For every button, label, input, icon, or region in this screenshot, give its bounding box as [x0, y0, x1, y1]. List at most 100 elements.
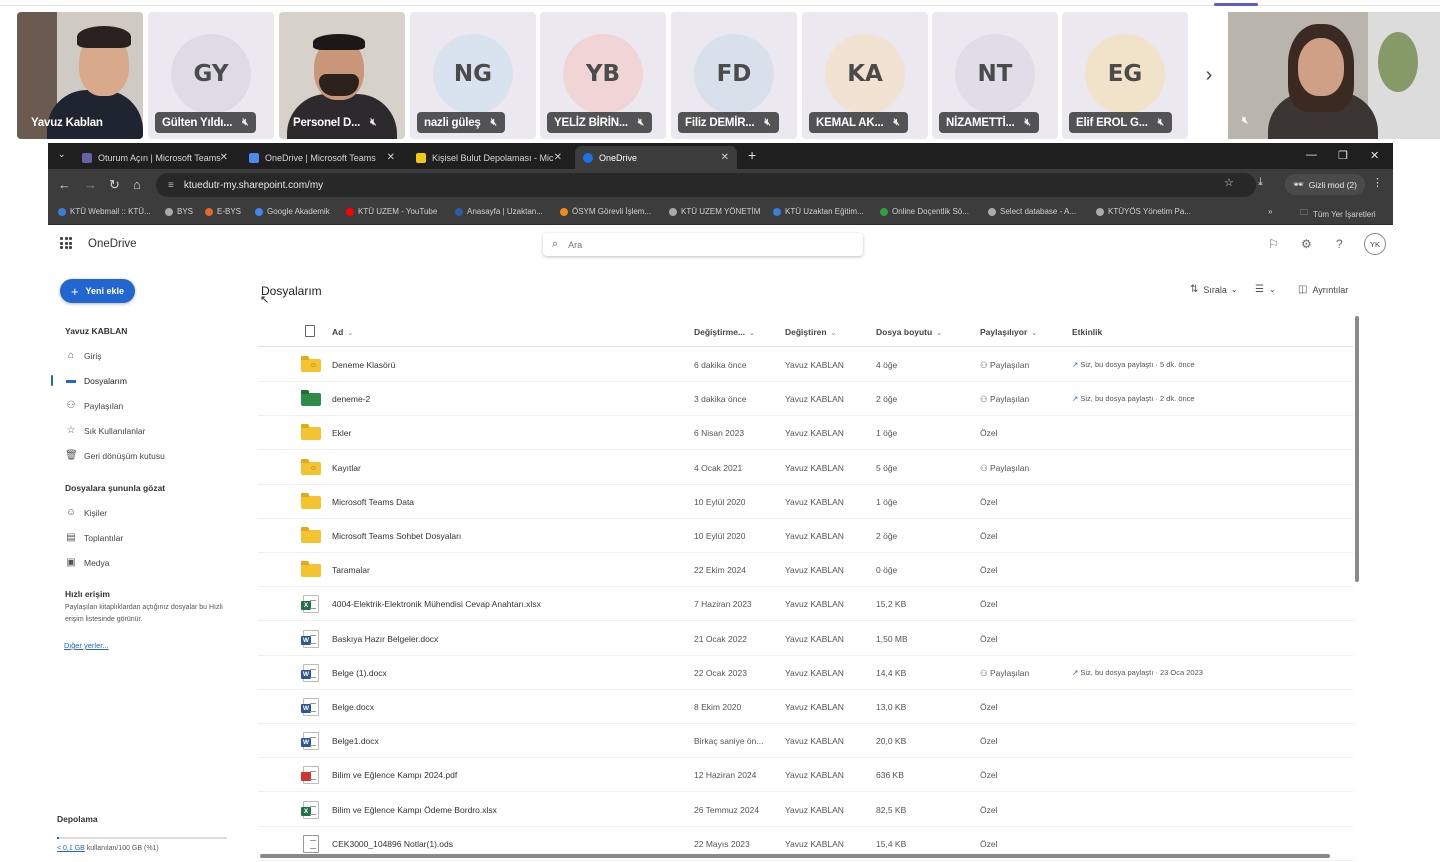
file-row[interactable]: Taramalar 22 Ekim 2024 Yavuz KABLAN 0 öğe Öz…	[258, 553, 1353, 588]
file-row[interactable]: Bilim ve Eğlence Kampı 2024.pdf 12 Hazira…	[258, 758, 1353, 793]
participant-tile[interactable]: NT NİZAMETTİ... 🔇︎	[932, 12, 1058, 139]
file-name[interactable]: Bilim ve Eğlence Kampı Ödeme Bordro.xlsx	[332, 805, 497, 815]
help-icon[interactable]: ?	[1336, 237, 1343, 251]
bookmark-item[interactable]: ÖSYM Görevli İşlem...	[560, 207, 651, 216]
window-close-button[interactable]: ✕	[1370, 149, 1379, 162]
column-modified-by[interactable]: Değiştiren ⌄	[785, 327, 836, 337]
participant-tile[interactable]: YB YELİZ BİRİN... 🔇︎	[540, 12, 666, 139]
self-video-tile[interactable]: 🔇︎	[1228, 12, 1440, 139]
nav-item-my-files[interactable]: ▬ Dosyalarım	[65, 375, 127, 386]
nav-item-home[interactable]: ⌂ Giriş	[65, 350, 102, 361]
close-icon[interactable]: ✕	[721, 152, 729, 163]
close-icon[interactable]: ✕	[220, 152, 228, 163]
file-name[interactable]: Baskıya Hazır Belgeler.docx	[332, 634, 438, 644]
file-name[interactable]: Kayıtlar	[332, 463, 361, 473]
file-name[interactable]: deneme-2	[332, 394, 370, 404]
file-row[interactable]: ☺ Kayıtlar 4 Ocak 2021 Yavuz KABLAN 5 öğe ⚇ P…	[258, 451, 1353, 485]
bookmark-item[interactable]: KTÜ Uzaktan Eğitim...	[773, 207, 864, 216]
participant-tile[interactable]: EG Elif EROL G... 🔇︎	[1062, 12, 1188, 139]
participant-tile[interactable]: NG nazli güleş 🔇︎	[410, 12, 536, 139]
account-avatar[interactable]: YK	[1364, 233, 1386, 255]
nav-item-recycle-bin[interactable]: 🗑︎ Geri dönüşüm kutusu	[65, 450, 165, 461]
forward-icon[interactable]: →	[84, 177, 97, 192]
gear-icon[interactable]: ⚙	[1301, 237, 1312, 251]
bookmark-item[interactable]: KTÜ Webmail :: KTÜ...	[58, 207, 151, 216]
file-name[interactable]: CEK3000_104896 Notlar(1).ods	[332, 839, 453, 849]
restore-button[interactable]: ❐	[1338, 149, 1348, 162]
file-row[interactable]: W Belge.docx 8 Ekim 2020 Yavuz KABLAN 13,0 K…	[258, 690, 1353, 724]
participant-tile[interactable]: KA KEMAL AK... 🔇︎	[802, 12, 928, 139]
file-name[interactable]: Microsoft Teams Data	[332, 497, 414, 507]
vertical-scrollbar[interactable]	[1355, 316, 1359, 582]
tab-search-icon[interactable]: ⌄	[58, 149, 66, 160]
browser-tab-active[interactable]: OneDrive ✕	[575, 146, 737, 169]
participant-tile[interactable]: GY Gülten Yıldı... 🔇︎	[148, 12, 274, 139]
file-row[interactable]: Microsoft Teams Sohbet Dosyaları 10 Eylül…	[258, 519, 1353, 553]
column-size[interactable]: Dosya boyutu ⌄	[876, 327, 942, 337]
file-name[interactable]: Deneme Klasörü	[332, 360, 395, 370]
sort-button[interactable]: ⇅ Sırala ⌄	[1190, 284, 1238, 295]
bookmark-item[interactable]: E-BYS	[205, 207, 241, 216]
browse-item-people[interactable]: ☺ Kişiler	[65, 507, 107, 518]
file-row[interactable]: W Belge1.docx Birkaç saniye ön... Yavuz KAB…	[258, 724, 1353, 759]
file-name[interactable]: Microsoft Teams Sohbet Dosyaları	[332, 531, 461, 541]
more-places-link[interactable]: Diğer yerler...	[64, 641, 109, 650]
close-icon[interactable]: ✕	[554, 152, 562, 163]
browser-tab[interactable]: Oturum Açın | Microsoft Teams ✕	[74, 146, 236, 169]
download-icon[interactable]: ⤓	[1258, 176, 1263, 189]
nav-item-shared[interactable]: ⚇ Paylaşılan	[65, 400, 124, 411]
file-row[interactable]: Ekler 6 Nisan 2023 Yavuz KABLAN 1 öğe Özel	[258, 416, 1353, 451]
bookmark-star-icon[interactable]: ☆	[1224, 176, 1234, 189]
column-sharing[interactable]: Paylaşılıyor ⌄	[980, 327, 1037, 337]
site-info-icon[interactable]: ≡	[168, 180, 174, 191]
back-icon[interactable]: ←	[58, 177, 71, 192]
file-row[interactable]: W Baskıya Hazır Belgeler.docx 21 Ocak 2022…	[258, 622, 1353, 656]
minimize-button[interactable]: —	[1306, 149, 1317, 161]
file-name[interactable]: Belge.docx	[332, 702, 374, 712]
column-name[interactable]: Ad ⌄	[332, 327, 353, 337]
all-bookmarks-button[interactable]: 🗀︎ Tüm Yer İşaretleri	[1300, 207, 1376, 221]
bookmark-item[interactable]: Google Akademik	[255, 207, 330, 216]
column-modified[interactable]: Değiştirme... ⌄	[694, 327, 755, 337]
search-box[interactable]: ⌕ Ara	[543, 233, 863, 256]
home-icon[interactable]: ⌂	[133, 177, 141, 192]
file-name[interactable]: Belge (1).docx	[332, 668, 387, 678]
bookmark-item[interactable]: Select database - A...	[988, 207, 1076, 216]
file-name[interactable]: 4004-Elektrik-Elektronik Mühendisi Cevap…	[332, 599, 541, 609]
file-row[interactable]: X Bilim ve Eğlence Kampı Ödeme Bordro.xls…	[258, 793, 1353, 827]
file-name[interactable]: Belge1.docx	[332, 736, 379, 746]
bookmark-item[interactable]: KTÜ UZEM YÖNETİM	[669, 207, 760, 216]
reload-icon[interactable]: ↻	[109, 177, 120, 193]
file-name[interactable]: Ekler	[332, 428, 351, 438]
bookmarks-overflow-button[interactable]: »	[1268, 207, 1272, 216]
horizontal-scrollbar[interactable]	[260, 854, 1330, 858]
browse-item-media[interactable]: ▣ Medya	[65, 557, 109, 568]
bookmark-item[interactable]: Online Doçentlik Sö...	[880, 207, 969, 216]
file-row[interactable]: ☺ Deneme Klasörü 6 dakika önce Yavuz KABLAN…	[258, 348, 1353, 382]
file-row[interactable]: W Belge (1).docx 22 Ocak 2023 Yavuz KABLAN 1…	[258, 656, 1353, 690]
chevron-right-icon[interactable]: ›	[1194, 12, 1224, 139]
menu-icon[interactable]: ⋮	[1372, 176, 1383, 189]
new-tab-button[interactable]: +	[748, 147, 756, 163]
browser-tab[interactable]: OneDrive | Microsoft Teams ✕	[241, 146, 403, 169]
incognito-profile-button[interactable]: 🕶︎ Gizli mod (2)	[1285, 174, 1365, 195]
file-name[interactable]: Bilim ve Eğlence Kampı 2024.pdf	[332, 770, 457, 780]
file-row[interactable]: Microsoft Teams Data 10 Eylül 2020 Yavuz K…	[258, 485, 1353, 519]
column-activity[interactable]: Etkinlik	[1072, 327, 1102, 337]
app-launcher-icon[interactable]	[60, 237, 72, 249]
file-row[interactable]: X 4004-Elektrik-Elektronik Mühendisi Ceva…	[258, 587, 1353, 622]
participant-tile[interactable]: FD Filiz DEMİR... 🔇︎	[671, 12, 797, 139]
app-name[interactable]: OneDrive	[88, 238, 137, 250]
nav-item-favorites[interactable]: ☆ Sık Kullanılanlar	[65, 425, 146, 436]
browse-item-meetings[interactable]: ▤ Toplantılar	[65, 532, 123, 543]
bookmark-item[interactable]: BYS	[165, 207, 193, 216]
close-icon[interactable]: ✕	[387, 152, 395, 163]
details-pane-button[interactable]: ◫ Ayrıntılar	[1298, 284, 1348, 295]
bookmark-item[interactable]: KTÜYÖS Yönetim Pa...	[1096, 207, 1191, 216]
file-name[interactable]: Taramalar	[332, 565, 370, 575]
participant-tile-video[interactable]: Personel D... 🔇︎	[279, 12, 405, 139]
address-bar[interactable]: ≡ ktuedutr-my.sharepoint.com/my	[156, 173, 1256, 197]
add-new-button[interactable]: + Yeni ekle	[60, 279, 135, 303]
bookmark-item[interactable]: Anasayfa | Uzaktan...	[455, 207, 543, 216]
participant-tile-video[interactable]: Yavuz Kablan	[17, 12, 143, 139]
